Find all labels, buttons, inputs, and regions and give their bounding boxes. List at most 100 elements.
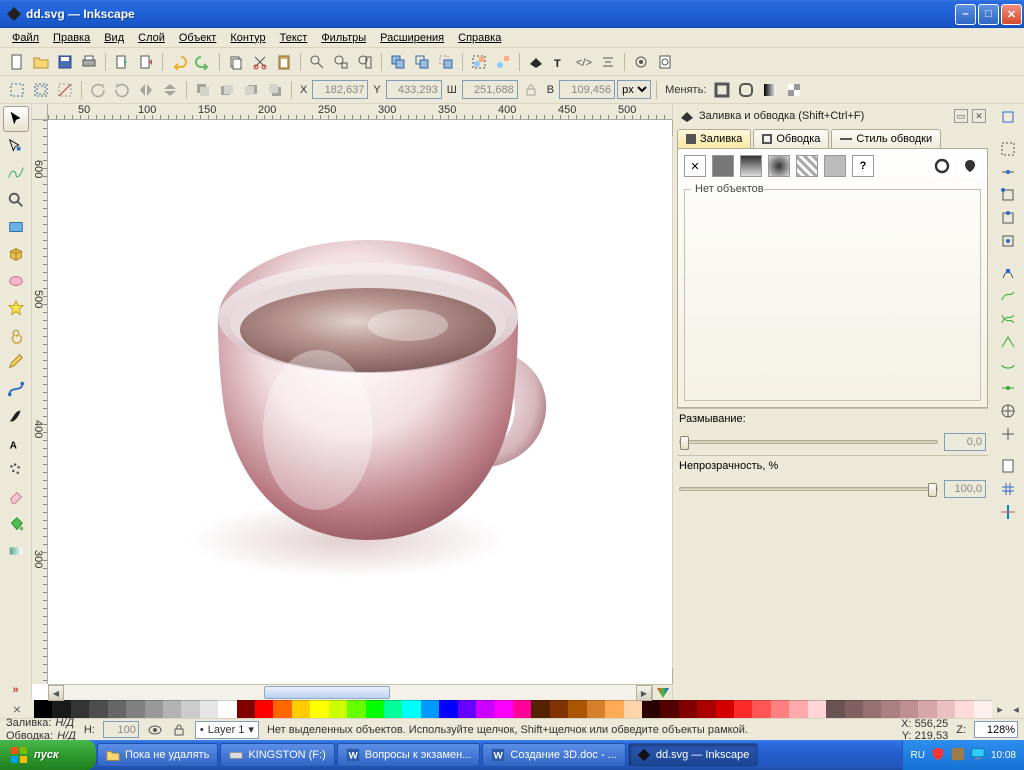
task-inkscape[interactable]: dd.svg — Inkscape bbox=[628, 743, 759, 767]
star-tool-icon[interactable] bbox=[3, 295, 29, 321]
eraser-tool-icon[interactable] bbox=[3, 484, 29, 510]
h-field[interactable] bbox=[559, 80, 615, 99]
palette-swatch[interactable] bbox=[679, 700, 697, 718]
flip-v-icon[interactable] bbox=[159, 79, 181, 101]
fill-dialog-icon[interactable] bbox=[525, 51, 547, 73]
palette-swatch[interactable] bbox=[881, 700, 899, 718]
task-word-2[interactable]: WСоздание 3D.doc - ... bbox=[482, 743, 625, 767]
blur-field[interactable] bbox=[944, 433, 986, 451]
palette-swatch[interactable] bbox=[89, 700, 107, 718]
palette-swatch[interactable] bbox=[181, 700, 199, 718]
save-icon[interactable] bbox=[54, 51, 76, 73]
lower-bottom-icon[interactable] bbox=[264, 79, 286, 101]
palette-swatch[interactable] bbox=[402, 700, 420, 718]
snap-bbox-icon[interactable] bbox=[997, 138, 1019, 160]
gradient-tool-icon[interactable] bbox=[3, 538, 29, 564]
zoom-page-icon[interactable] bbox=[354, 51, 376, 73]
affect-gradient-icon[interactable] bbox=[759, 79, 781, 101]
ruler-horizontal[interactable]: 50 100 150 200 250 300 350 400 450 500 bbox=[48, 104, 672, 120]
opacity-slider[interactable] bbox=[679, 487, 938, 491]
scrollbar-horizontal[interactable]: ◀ ▶ bbox=[48, 684, 652, 700]
paint-flat-icon[interactable] bbox=[712, 155, 734, 177]
visibility-icon[interactable] bbox=[147, 722, 163, 738]
paint-none-icon[interactable]: ✕ bbox=[684, 155, 706, 177]
unit-select[interactable]: px bbox=[617, 80, 651, 99]
open-file-icon[interactable] bbox=[30, 51, 52, 73]
palette-swatch[interactable] bbox=[863, 700, 881, 718]
palette-swatch[interactable] bbox=[771, 700, 789, 718]
undo-icon[interactable] bbox=[168, 51, 190, 73]
tab-stroke-paint[interactable]: Обводка bbox=[753, 129, 829, 148]
task-folder-1[interactable]: Пока не удалять bbox=[97, 743, 218, 767]
clock[interactable]: 10:08 bbox=[991, 750, 1016, 761]
selection-tool-icon[interactable] bbox=[3, 106, 29, 132]
scroll-right-icon[interactable]: ▶ bbox=[636, 685, 652, 701]
palette-swatch[interactable] bbox=[163, 700, 181, 718]
palette-swatch[interactable] bbox=[918, 700, 936, 718]
palette-swatch[interactable] bbox=[568, 700, 586, 718]
rectangle-tool-icon[interactable] bbox=[3, 214, 29, 240]
palette-swatch[interactable] bbox=[439, 700, 457, 718]
paint-pattern-icon[interactable] bbox=[796, 155, 818, 177]
bucket-tool-icon[interactable] bbox=[3, 511, 29, 537]
paint-cms-icon[interactable] bbox=[959, 155, 981, 177]
layer-select[interactable]: •Layer 1 ▾ bbox=[195, 721, 259, 739]
snap-guide-icon[interactable] bbox=[997, 501, 1019, 523]
menu-file[interactable]: Файл bbox=[6, 30, 45, 46]
palette-swatch[interactable] bbox=[421, 700, 439, 718]
y-field[interactable] bbox=[386, 80, 442, 99]
text-dialog-icon[interactable]: T bbox=[549, 51, 571, 73]
tray-shield-icon[interactable] bbox=[931, 747, 945, 764]
palette-swatch[interactable] bbox=[329, 700, 347, 718]
palette-swatch[interactable] bbox=[218, 700, 236, 718]
new-file-icon[interactable] bbox=[6, 51, 28, 73]
color-palette[interactable]: ⨯ ▸ ◂ bbox=[0, 700, 1024, 718]
lock-icon[interactable] bbox=[171, 722, 187, 738]
palette-swatch[interactable] bbox=[808, 700, 826, 718]
palette-swatch[interactable] bbox=[697, 700, 715, 718]
palette-swatch[interactable] bbox=[550, 700, 568, 718]
palette-swatch[interactable] bbox=[108, 700, 126, 718]
blur-slider[interactable] bbox=[679, 440, 938, 444]
palette-swatch[interactable] bbox=[513, 700, 531, 718]
tray-prog-icon[interactable] bbox=[951, 747, 965, 764]
toolbox-more-icon[interactable]: » bbox=[3, 682, 29, 698]
palette-swatch[interactable] bbox=[974, 700, 992, 718]
paste-icon[interactable] bbox=[273, 51, 295, 73]
palette-swatch[interactable] bbox=[145, 700, 163, 718]
palette-swatch[interactable] bbox=[900, 700, 918, 718]
palette-swatch[interactable] bbox=[126, 700, 144, 718]
system-tray[interactable]: RU 10:08 bbox=[902, 740, 1024, 770]
import-icon[interactable] bbox=[111, 51, 133, 73]
palette-swatch[interactable] bbox=[71, 700, 89, 718]
palette-swatch[interactable] bbox=[495, 700, 513, 718]
paint-unknown-icon[interactable]: ? bbox=[852, 155, 874, 177]
menu-help[interactable]: Справка bbox=[452, 30, 507, 46]
palette-swatch[interactable] bbox=[716, 700, 734, 718]
flip-h-icon[interactable] bbox=[135, 79, 157, 101]
palette-swatch[interactable] bbox=[845, 700, 863, 718]
task-word-1[interactable]: WВопросы к экзамен... bbox=[337, 743, 481, 767]
menu-object[interactable]: Объект bbox=[173, 30, 222, 46]
group-icon[interactable] bbox=[468, 51, 490, 73]
doc-prefs-icon[interactable] bbox=[654, 51, 676, 73]
palette-swatch[interactable] bbox=[587, 700, 605, 718]
palette-scroll-icon[interactable]: ▸ bbox=[992, 700, 1008, 718]
status-opacity-field[interactable] bbox=[103, 721, 139, 738]
select-layers-icon[interactable] bbox=[30, 79, 52, 101]
palette-swatch[interactable] bbox=[937, 700, 955, 718]
cut-icon[interactable] bbox=[249, 51, 271, 73]
panel-close-icon[interactable]: ✕ bbox=[972, 109, 986, 123]
menu-edit[interactable]: Правка bbox=[47, 30, 96, 46]
tray-monitor-icon[interactable] bbox=[971, 747, 985, 764]
tweak-tool-icon[interactable] bbox=[3, 160, 29, 186]
snap-center-icon[interactable] bbox=[997, 400, 1019, 422]
palette-swatch[interactable] bbox=[292, 700, 310, 718]
palette-none-icon[interactable]: ⨯ bbox=[0, 700, 34, 718]
export-icon[interactable] bbox=[135, 51, 157, 73]
palette-picker-icon[interactable] bbox=[652, 684, 672, 700]
snap-page-icon[interactable] bbox=[997, 455, 1019, 477]
ellipse-tool-icon[interactable] bbox=[3, 268, 29, 294]
palette-swatch[interactable] bbox=[458, 700, 476, 718]
start-button[interactable]: пуск bbox=[0, 740, 96, 770]
